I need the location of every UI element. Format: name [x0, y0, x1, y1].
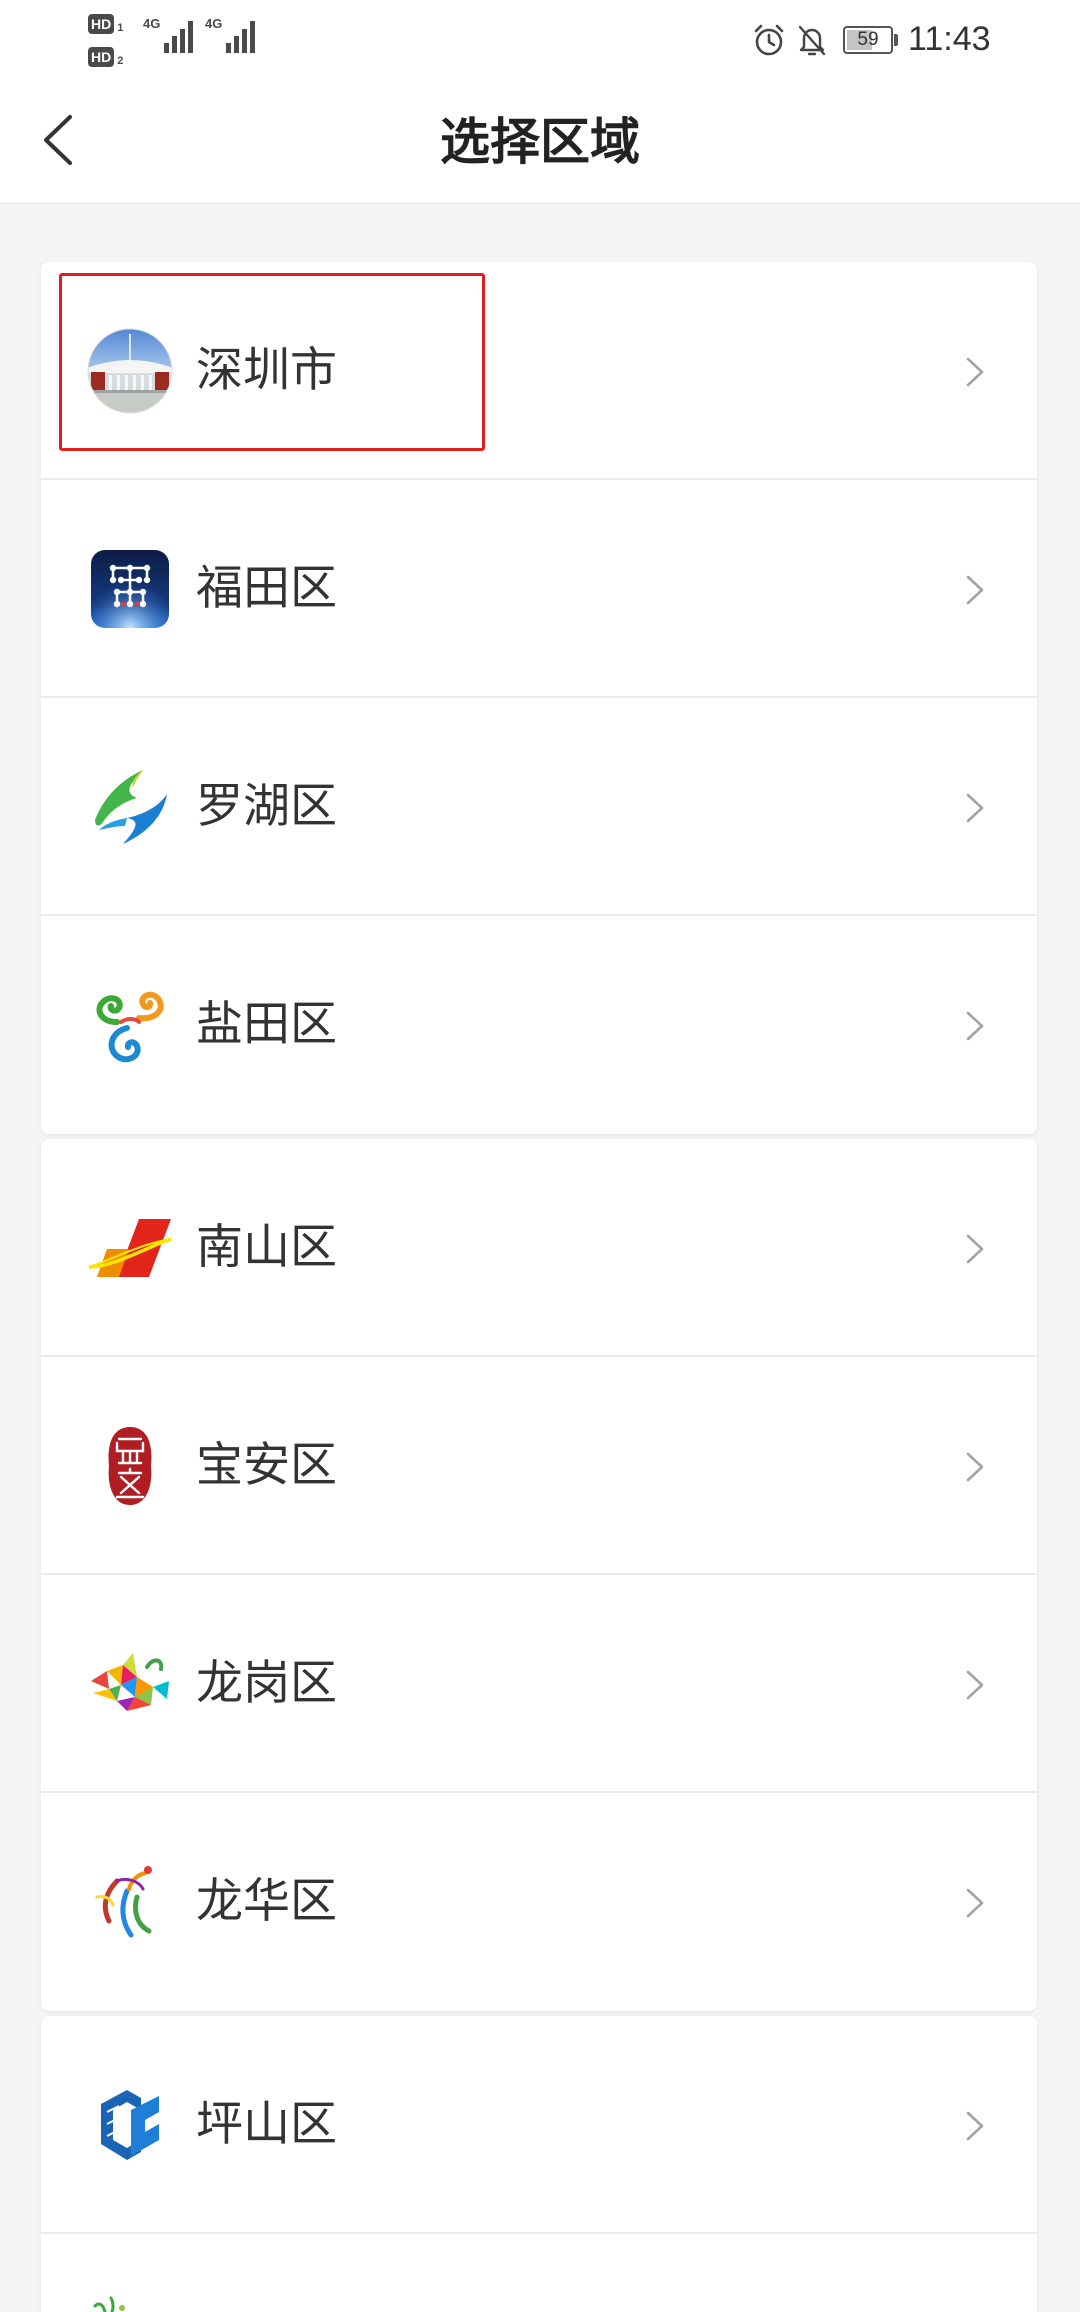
futian-logo-icon: [91, 550, 169, 628]
alarm-icon: [754, 24, 784, 56]
region-label: 宝安区: [196, 1438, 337, 1491]
region-group-card: 南山区 宝安区 龙岗区 龙华区: [41, 1139, 1037, 2011]
region-item-nanshan[interactable]: 南山区: [41, 1139, 1037, 1357]
sim1-indicator: HD 1: [88, 12, 123, 34]
region-label: 南山区: [196, 1220, 337, 1273]
region-item-shenzhen[interactable]: 深圳市: [41, 262, 1037, 480]
luohu-logo-icon: [95, 770, 167, 844]
hd-badge: HD: [88, 14, 115, 34]
region-label: 福田区: [196, 561, 337, 614]
region-label: 盐田区: [196, 997, 337, 1050]
chevron-right-icon: [966, 1452, 984, 1482]
chevron-right-icon: [966, 1234, 984, 1264]
nanshan-logo-icon: [88, 1219, 172, 1277]
chevron-right-icon: [966, 1888, 984, 1918]
chevron-right-icon: [966, 793, 984, 823]
longhua-logo-icon: [95, 1866, 152, 1938]
chevron-right-icon: [966, 575, 984, 605]
region-item-pingshan[interactable]: 坪山区: [41, 2016, 1037, 2234]
pingshan-logo-icon: [101, 2090, 159, 2160]
chevron-left-icon: [44, 115, 72, 165]
hd-badge: HD: [88, 47, 115, 67]
region-item-longgang[interactable]: 龙岗区: [41, 1575, 1037, 1793]
status-time: 11:43: [908, 20, 991, 58]
shenzhen-civic-center-icon: [87, 328, 173, 414]
green-logo-icon: [93, 2296, 125, 2312]
region-label: 龙岗区: [196, 1656, 337, 1709]
chevron-right-icon: [966, 2111, 984, 2141]
signal-bars-icon: [226, 21, 255, 53]
network-type-label: 4G: [205, 16, 223, 31]
region-label: 罗湖区: [196, 779, 337, 832]
region-group-card: 深圳市 福田区 罗湖区 盐田区: [41, 262, 1037, 1134]
battery-percentage: 59: [857, 29, 879, 50]
region-item-luohu[interactable]: 罗湖区: [41, 698, 1037, 916]
region-group-card: 坪山区: [41, 2016, 1037, 2312]
region-label: 深圳市: [196, 343, 337, 396]
signal-bars-icon: [164, 21, 193, 53]
header: 选择区域: [0, 82, 1080, 203]
region-item-next[interactable]: [41, 2234, 1037, 2312]
sim2-indicator: HD 2: [88, 45, 123, 67]
back-button[interactable]: [30, 105, 90, 175]
yantian-logo-icon: [96, 991, 164, 1063]
region-item-futian[interactable]: 福田区: [41, 480, 1037, 698]
region-item-baoan[interactable]: 宝安区: [41, 1357, 1037, 1575]
battery-tip: [894, 34, 898, 46]
top-bar: HD 1 HD 2 4G 4G 59 11:43 选择区域: [0, 0, 1080, 204]
chevron-right-icon: [966, 357, 984, 387]
notifications-off-icon: [798, 25, 826, 56]
baoan-logo-icon: [108, 1427, 152, 1505]
region-item-yantian[interactable]: 盐田区: [41, 916, 1037, 1134]
region-label: 龙华区: [196, 1874, 337, 1927]
sim-slot-number: 2: [117, 55, 124, 67]
sim-slot-number: 1: [117, 22, 124, 34]
longgang-logo-icon: [91, 1653, 169, 1711]
region-item-longhua[interactable]: 龙华区: [41, 1793, 1037, 2011]
network-type-label: 4G: [143, 16, 161, 31]
chevron-right-icon: [966, 1011, 984, 1041]
region-label: 坪山区: [196, 2097, 337, 2150]
status-bar: HD 1 HD 2 4G 4G 59 11:43: [0, 0, 1080, 82]
chevron-right-icon: [966, 1670, 984, 1700]
page-title: 选择区域: [440, 114, 640, 170]
